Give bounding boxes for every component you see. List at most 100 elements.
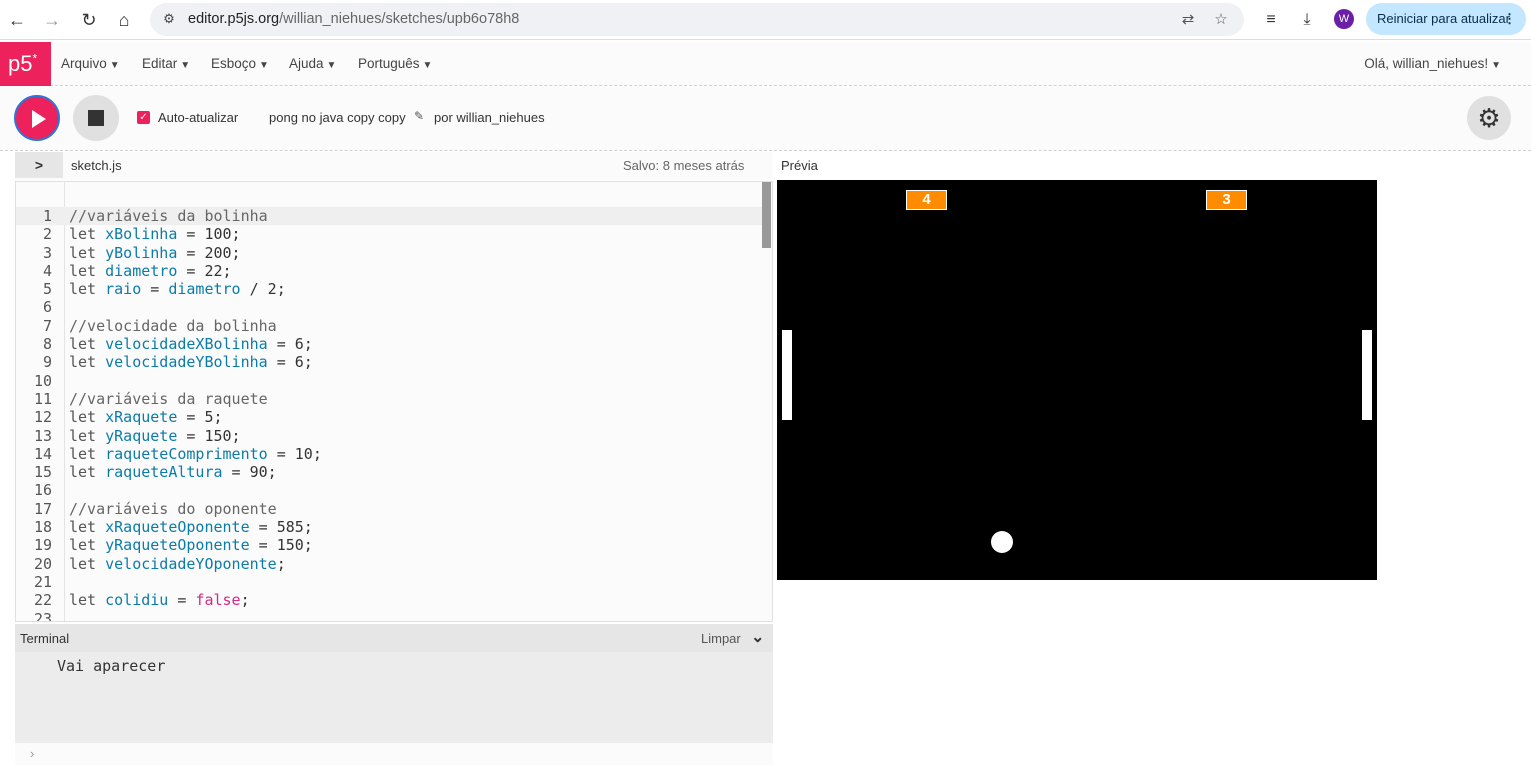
line-number: 21 — [33, 572, 52, 591]
code-line[interactable]: 1 //variáveis da bolinha — [16, 207, 761, 225]
pencil-icon[interactable]: ✎ — [414, 109, 424, 123]
back-icon[interactable]: ← — [5, 8, 29, 32]
line-number: 9 — [42, 353, 52, 372]
kebab-menu-icon[interactable]: ⋮ — [1503, 3, 1516, 35]
code-line[interactable]: 17 //variáveis do oponente — [16, 500, 761, 518]
code-text[interactable]: let yRaqueteOponente = 150; — [69, 536, 313, 554]
code-text[interactable]: let raio = diametro / 2; — [69, 280, 286, 298]
code-text[interactable]: //velocidade da bolinha — [69, 317, 277, 335]
code-line[interactable]: 21 — [16, 573, 761, 591]
code-line[interactable]: 3 let yBolinha = 200; — [16, 244, 761, 262]
expand-sidebar-chevron-icon[interactable]: > — [15, 152, 63, 178]
code-line[interactable]: 18 let xRaqueteOponente = 585; — [16, 518, 761, 536]
editor-header: > sketch.js Salvo: 8 meses atrás — [15, 152, 773, 180]
line-number: 6 — [42, 298, 52, 317]
line-number: 1 — [42, 207, 52, 225]
line-number: 13 — [33, 426, 52, 445]
code-text[interactable]: let colidiu = false; — [69, 591, 250, 609]
menu-editar[interactable]: Editar ▼ — [142, 56, 190, 71]
code-lines[interactable]: 1 //variáveis da bolinha 2 let xBolinha = 1… — [16, 207, 761, 621]
bookmark-star-icon[interactable]: ☆ — [1211, 10, 1231, 30]
translate-icon[interactable]: ⇄ — [1178, 10, 1198, 30]
user-menu[interactable]: Olá, willian_niehues! ▼ — [1364, 56, 1501, 71]
code-text[interactable]: let xRaqueteOponente = 585; — [69, 518, 313, 536]
code-text[interactable]: let raqueteAltura = 90; — [69, 463, 277, 481]
code-line[interactable]: 12 let xRaquete = 5; — [16, 408, 761, 426]
caret-down-icon: ▼ — [326, 60, 337, 71]
play-icon — [32, 110, 46, 128]
file-tab-name[interactable]: sketch.js — [71, 158, 122, 173]
code-line[interactable]: 19 let yRaqueteOponente = 150; — [16, 536, 761, 554]
line-number: 22 — [33, 591, 52, 610]
profile-avatar[interactable]: W — [1334, 9, 1354, 29]
code-line[interactable]: 14 let raqueteComprimento = 10; — [16, 445, 761, 463]
editor-scrollbar[interactable] — [762, 182, 771, 248]
caret-down-icon: ▼ — [422, 60, 433, 71]
line-number: 19 — [33, 536, 52, 555]
address-bar[interactable]: ⚙ editor.p5js.org/willian_niehues/sketch… — [150, 3, 1244, 36]
code-text[interactable]: //variáveis da bolinha — [69, 207, 268, 225]
stop-icon — [88, 110, 104, 126]
media-control-icon[interactable]: ≡ — [1259, 8, 1283, 32]
code-line[interactable]: 22 let colidiu = false; — [16, 591, 761, 609]
menu-language[interactable]: Português ▼ — [358, 56, 432, 71]
auto-refresh-checkbox[interactable]: ✓ — [137, 111, 150, 124]
reload-icon[interactable]: ↻ — [77, 8, 101, 32]
code-line[interactable]: 13 let yRaquete = 150; — [16, 427, 761, 445]
code-line[interactable]: 16 — [16, 481, 761, 499]
stop-button[interactable] — [73, 95, 119, 141]
code-text[interactable]: let raqueteComprimento = 10; — [69, 445, 322, 463]
auto-refresh-label[interactable]: Auto-atualizar — [158, 110, 238, 125]
prompt-chevron-icon: › — [30, 746, 35, 761]
code-line[interactable]: 11 //variáveis da raquete — [16, 390, 761, 408]
line-number: 20 — [33, 554, 52, 573]
line-number: 2 — [42, 225, 52, 244]
code-text[interactable]: let velocidadeYOponente; — [69, 555, 286, 573]
caret-down-icon: ▼ — [259, 60, 269, 71]
code-line[interactable]: 4 let diametro = 22; — [16, 262, 761, 280]
site-info-icon[interactable]: ⚙ — [160, 10, 178, 28]
menu-ajuda[interactable]: Ajuda ▼ — [289, 56, 336, 71]
download-icon[interactable]: ⤓ — [1295, 8, 1319, 32]
collapse-chevron-icon[interactable]: ⌄ — [751, 627, 764, 647]
line-number: 3 — [42, 243, 52, 262]
code-line[interactable]: 5 let raio = diametro / 2; — [16, 280, 761, 298]
code-line[interactable]: 9 let velocidadeYBolinha = 6; — [16, 353, 761, 371]
menu-arquivo[interactable]: Arquivo ▼ — [61, 56, 120, 71]
restart-update-button[interactable]: Reiniciar para atualizar ⋮ — [1366, 3, 1526, 35]
menu-esboco[interactable]: Esboço ▼ — [211, 56, 269, 71]
code-text[interactable]: let yRaquete = 150; — [69, 427, 241, 445]
settings-gear-icon[interactable]: ⚙ — [1467, 96, 1511, 140]
sketch-name[interactable]: pong no java copy copy — [269, 110, 406, 125]
terminal-output: Vai aparecer — [15, 652, 773, 743]
sketch-author[interactable]: por willian_niehues — [434, 110, 545, 125]
play-button[interactable] — [14, 95, 60, 141]
code-line[interactable]: 15 let raqueteAltura = 90; — [16, 463, 761, 481]
code-text[interactable]: //variáveis do oponente — [69, 500, 277, 518]
sketch-preview-canvas[interactable]: 4 3 — [777, 180, 1377, 580]
code-line[interactable]: 20 let velocidadeYOponente; — [16, 555, 761, 573]
forward-icon[interactable]: → — [40, 8, 64, 32]
code-line[interactable]: 10 — [16, 372, 761, 390]
score-right: 3 — [1206, 190, 1247, 210]
console-input[interactable]: › — [15, 743, 773, 765]
line-number: 15 — [33, 463, 52, 482]
code-text[interactable]: let velocidadeYBolinha = 6; — [69, 353, 313, 371]
p5-logo[interactable]: p5* — [0, 42, 51, 86]
url-text[interactable]: editor.p5js.org/willian_niehues/sketches… — [188, 11, 519, 27]
code-line[interactable]: 2 let xBolinha = 100; — [16, 225, 761, 243]
code-text[interactable]: let velocidadeXBolinha = 6; — [69, 335, 313, 353]
code-line[interactable]: 23 — [16, 610, 761, 621]
code-text[interactable]: let yBolinha = 200; — [69, 244, 241, 262]
code-editor[interactable]: 1 //variáveis da bolinha 2 let xBolinha = 1… — [15, 181, 773, 622]
code-text[interactable]: let xBolinha = 100; — [69, 225, 241, 243]
code-text[interactable]: let xRaquete = 5; — [69, 408, 223, 426]
home-icon[interactable]: ⌂ — [112, 8, 136, 32]
code-line[interactable]: 6 — [16, 298, 761, 316]
code-text[interactable]: let diametro = 22; — [69, 262, 232, 280]
opponent-paddle — [1362, 330, 1372, 420]
code-text[interactable]: //variáveis da raquete — [69, 390, 268, 408]
code-line[interactable]: 7 //velocidade da bolinha — [16, 317, 761, 335]
code-line[interactable]: 8 let velocidadeXBolinha = 6; — [16, 335, 761, 353]
clear-console-button[interactable]: Limpar — [701, 631, 741, 646]
